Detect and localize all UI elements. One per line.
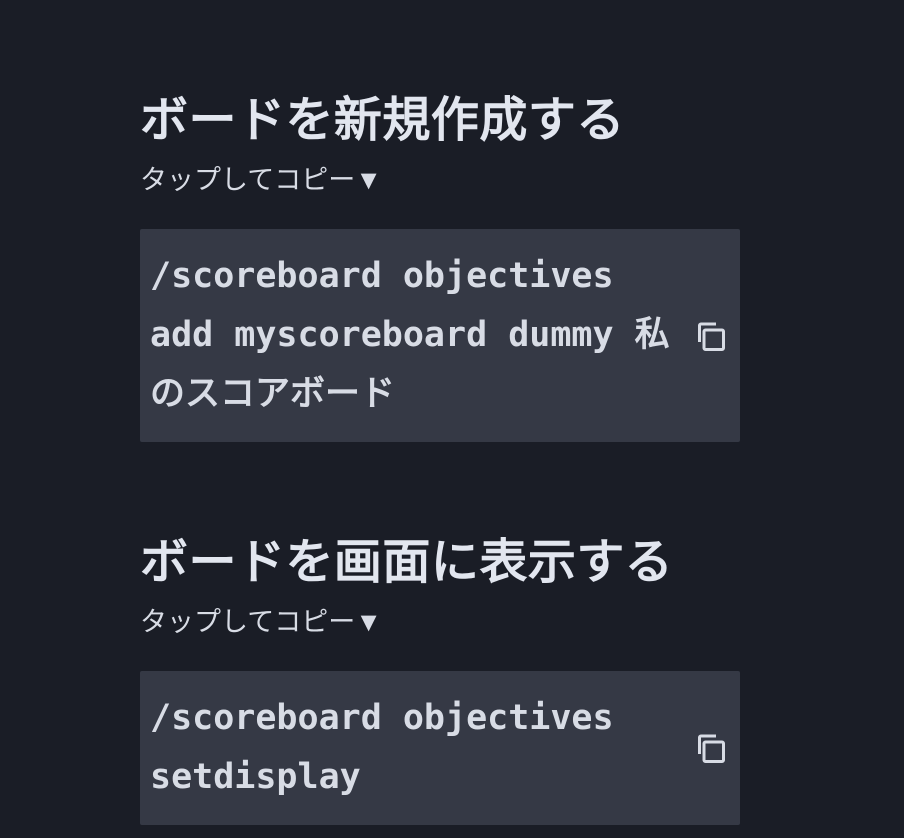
copy-icon[interactable] — [692, 730, 728, 766]
section-title: ボードを新規作成する — [140, 90, 764, 152]
code-block-create[interactable]: /scoreboard objectives add myscoreboard … — [140, 229, 740, 441]
code-text: /scoreboard objectives add myscoreboard … — [150, 247, 676, 423]
code-text: /scoreboard objectives setdisplay — [150, 689, 676, 807]
section-title: ボードを画面に表示する — [140, 532, 764, 594]
section-display-board: ボードを画面に表示する タップしてコピー▼ /scoreboard object… — [140, 532, 764, 825]
section-subtitle: タップしてコピー▼ — [140, 600, 764, 639]
section-subtitle: タップしてコピー▼ — [140, 158, 764, 197]
code-block-display[interactable]: /scoreboard objectives setdisplay — [140, 671, 740, 825]
section-create-board: ボードを新規作成する タップしてコピー▼ /scoreboard objecti… — [140, 90, 764, 442]
copy-icon[interactable] — [692, 318, 728, 354]
